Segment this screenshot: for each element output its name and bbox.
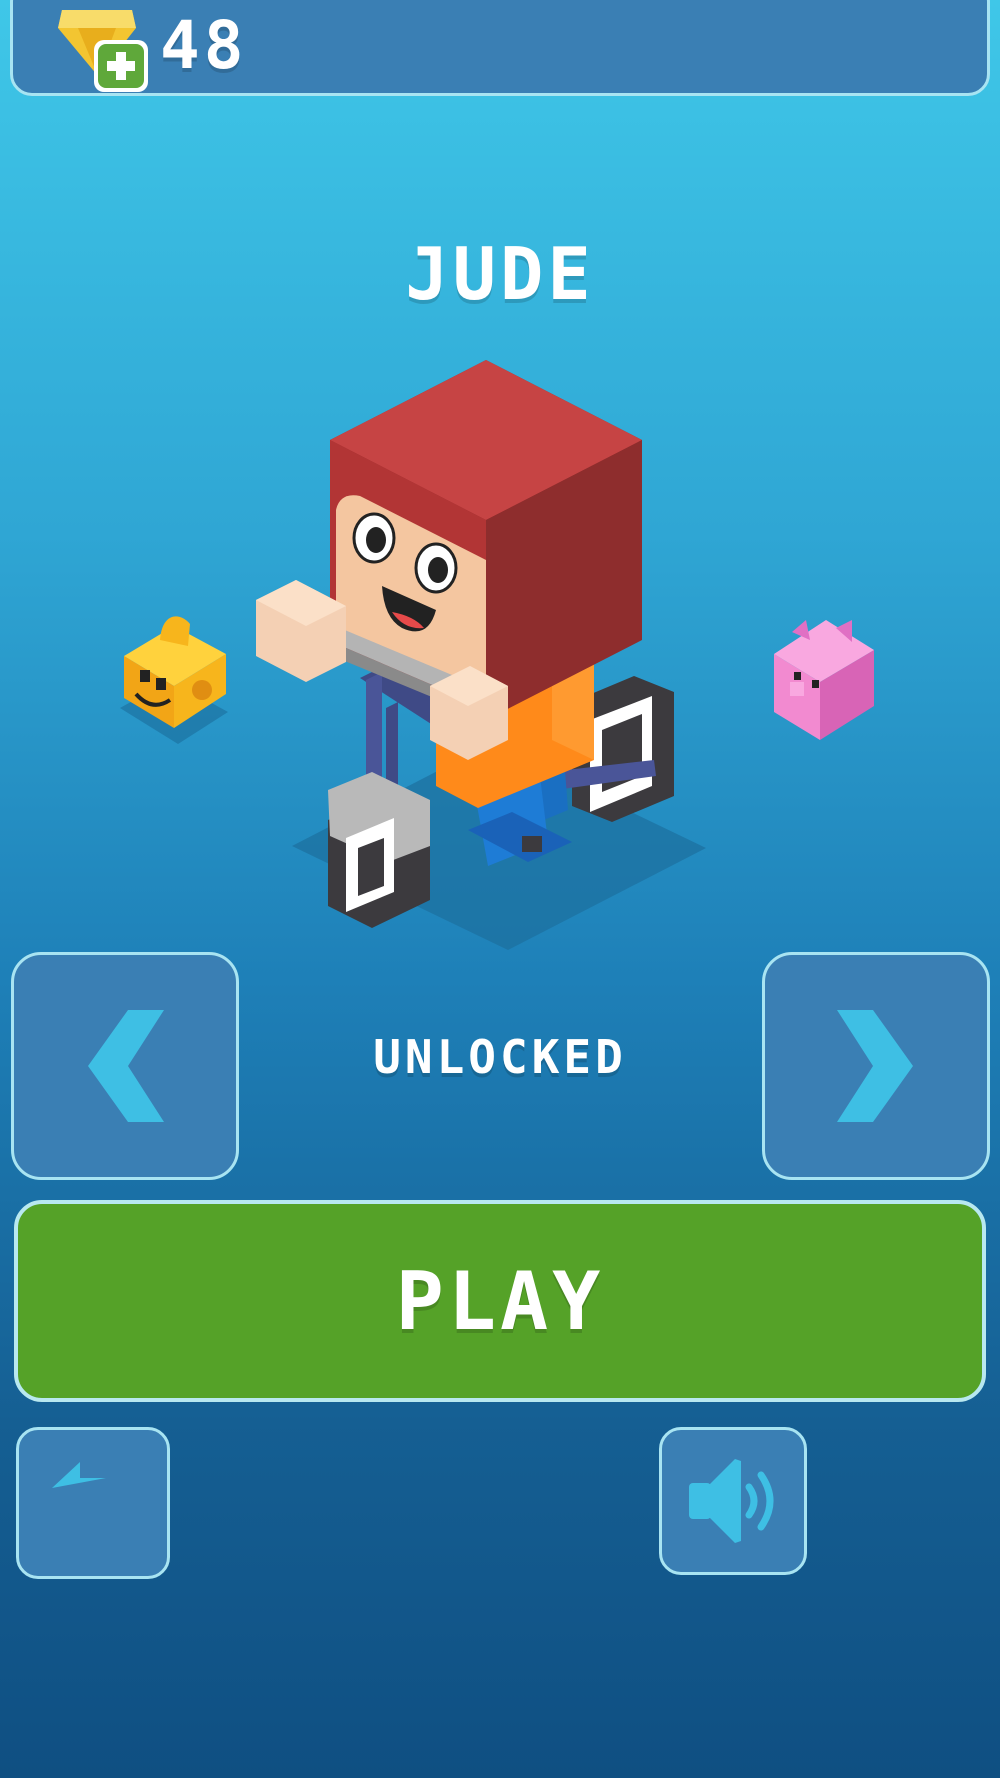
- boy-on-bicycle: [256, 360, 706, 950]
- speaker-icon: [689, 1459, 774, 1543]
- cheese-cube-character[interactable]: [120, 616, 228, 744]
- play-button[interactable]: PLAY: [14, 1200, 986, 1402]
- unlock-status: UNLOCKED: [373, 1030, 627, 1084]
- character-stage: [120, 360, 874, 950]
- back-button[interactable]: [16, 1427, 170, 1579]
- play-label: PLAY: [395, 1254, 605, 1348]
- pink-pig-character[interactable]: [774, 620, 874, 740]
- sound-toggle-button[interactable]: [659, 1427, 807, 1575]
- back-arrow-icon: [52, 1462, 106, 1488]
